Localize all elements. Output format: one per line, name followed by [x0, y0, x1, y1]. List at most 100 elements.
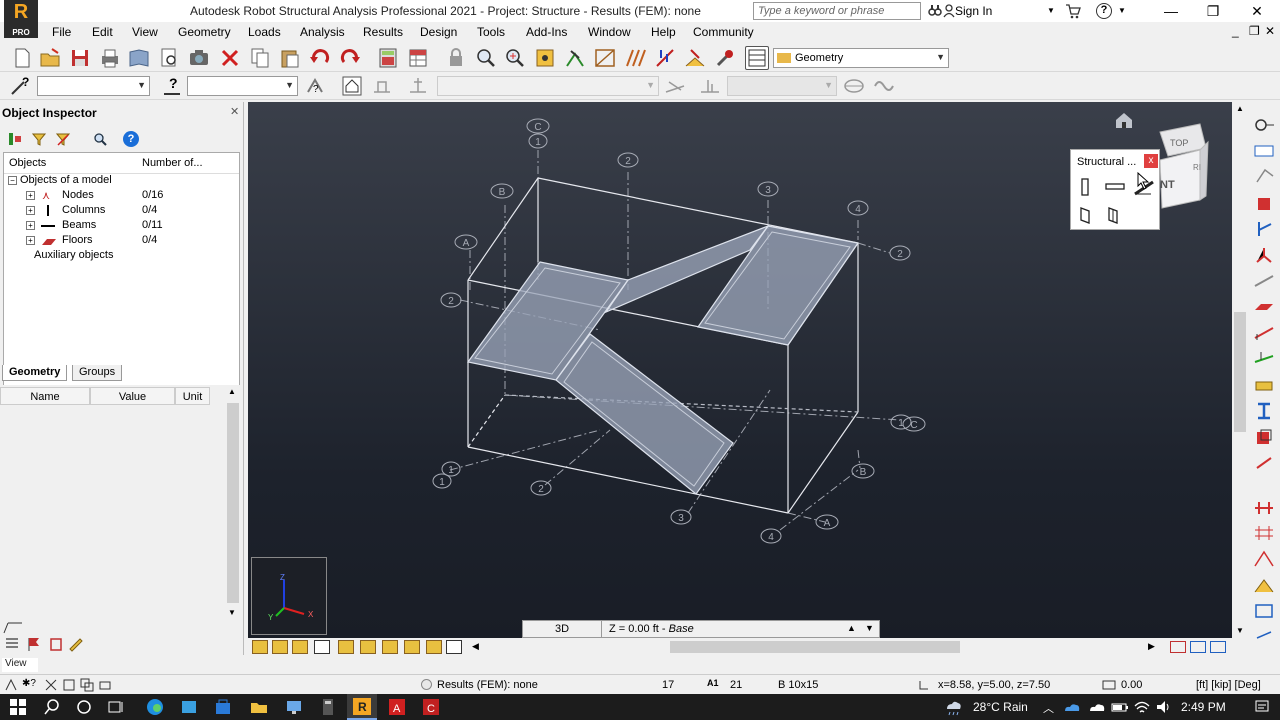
tray-expand-icon[interactable]: ︿ — [1043, 700, 1054, 716]
select-object-icon[interactable]: ? — [303, 74, 327, 98]
solid-tool-icon[interactable] — [1253, 194, 1275, 212]
calculator-app-icon[interactable] — [318, 697, 338, 717]
acrobat-icon[interactable]: A — [387, 697, 407, 717]
bar-view-icon[interactable] — [698, 74, 722, 98]
expand-icon[interactable]: + — [26, 236, 35, 245]
scroll-right-icon[interactable]: ▶ — [1148, 641, 1155, 652]
menu-loads[interactable]: Loads — [248, 25, 281, 39]
help-chevron-icon[interactable]: ▼ — [1118, 6, 1126, 15]
battery-icon[interactable] — [1110, 697, 1130, 717]
lock-icon[interactable] — [444, 46, 468, 70]
render-icon[interactable] — [1210, 641, 1226, 653]
open-folder-icon[interactable] — [38, 46, 62, 70]
user-icon[interactable] — [943, 4, 955, 18]
frame-tool-icon[interactable] — [1253, 550, 1275, 568]
delete-icon[interactable] — [218, 46, 242, 70]
filter-icon[interactable] — [31, 132, 47, 146]
copy-small-icon[interactable] — [80, 678, 94, 692]
wave-icon[interactable] — [872, 74, 896, 98]
tree-item-floors[interactable]: + Floors 0/4 — [26, 234, 226, 249]
cloud-icon[interactable] — [1087, 697, 1107, 717]
menu-file[interactable]: File — [52, 25, 71, 39]
file-explorer-icon[interactable] — [249, 697, 269, 717]
robot-taskbar-button[interactable]: R — [347, 694, 377, 720]
structure-model-icon[interactable] — [593, 46, 617, 70]
layouts-icon[interactable] — [745, 46, 769, 70]
beam-tool-icon[interactable] — [1105, 182, 1125, 192]
cortana-icon[interactable] — [74, 697, 94, 717]
properties-scrollbar[interactable]: ▲ ▼ — [225, 385, 241, 621]
save-icon[interactable] — [68, 46, 92, 70]
scroll-thumb[interactable] — [227, 403, 239, 603]
screen-capture-icon[interactable] — [187, 46, 211, 70]
column-tool-icon[interactable] — [1079, 178, 1093, 196]
panel-tool-icon[interactable] — [1253, 168, 1275, 186]
tree-item-beams[interactable]: + Beams 0/11 — [26, 219, 226, 234]
menu-geometry[interactable]: Geometry — [178, 25, 231, 39]
units-display[interactable]: [ft] [kip] [Deg] — [1196, 679, 1261, 691]
scroll-left-icon[interactable]: ◀ — [472, 641, 479, 652]
store-icon[interactable] — [213, 697, 233, 717]
select-bar-icon[interactable]: ? — [160, 74, 184, 98]
app-logo[interactable]: R PRO — [4, 0, 38, 38]
notifications-icon[interactable] — [1252, 697, 1272, 717]
thickness-tool-icon[interactable] — [1253, 376, 1275, 394]
view-tool-icon[interactable] — [292, 640, 308, 654]
chevron-down-icon[interactable]: ▼ — [1047, 6, 1055, 15]
calculator-icon[interactable] — [376, 46, 400, 70]
more-tools-icon[interactable] — [1253, 628, 1275, 642]
mdi-restore-button[interactable]: ❐ — [1249, 24, 1260, 38]
zoom-icon[interactable] — [474, 46, 498, 70]
view-mode[interactable]: 3D — [555, 623, 569, 635]
close-icon[interactable]: ✕ — [230, 105, 239, 118]
library-tool-icon[interactable] — [1253, 602, 1275, 620]
scroll-down-icon[interactable]: ▼ — [1236, 626, 1244, 635]
supports-icon[interactable] — [563, 46, 587, 70]
model-tree-icon[interactable] — [8, 132, 22, 146]
table-icon[interactable] — [406, 46, 430, 70]
numbering-icon[interactable] — [426, 640, 442, 654]
vertical-scrollbar[interactable]: ▲ ▼ — [1233, 102, 1247, 638]
search-icon[interactable] — [42, 697, 62, 717]
scroll-thumb[interactable] — [670, 641, 960, 653]
copy-icon[interactable] — [248, 46, 272, 70]
collapse-icon[interactable]: − — [8, 176, 17, 185]
bar-selection-field[interactable]: ▼ — [187, 76, 298, 96]
restore-button[interactable]: ❐ — [1190, 0, 1236, 22]
view-tool-icon[interactable] — [252, 640, 268, 654]
weather-icon[interactable] — [943, 697, 963, 717]
analysis-icon[interactable] — [683, 46, 707, 70]
help-icon[interactable]: ? — [123, 131, 139, 147]
level-icon[interactable] — [406, 74, 430, 98]
bars-icon[interactable] — [623, 46, 647, 70]
tree-item-nodes[interactable]: + ⋏ Nodes 0/16 — [26, 189, 226, 204]
horizontal-scrollbar[interactable]: ◀ ▶ — [470, 639, 1160, 655]
tab-geometry[interactable]: Geometry — [2, 365, 68, 381]
load-case-tool-icon[interactable] — [1253, 576, 1275, 594]
clock[interactable]: 2:49 PM — [1181, 700, 1226, 714]
close-button[interactable]: ✕ — [1234, 0, 1280, 22]
task-view-icon[interactable] — [106, 697, 126, 717]
cart-icon[interactable] — [1065, 3, 1081, 19]
sign-in-link[interactable]: Sign In — [955, 4, 992, 18]
flag-icon[interactable] — [26, 636, 42, 652]
tab-pin-icon[interactable] — [2, 622, 24, 634]
find-icon[interactable] — [93, 132, 107, 146]
menu-community[interactable]: Community — [693, 25, 754, 39]
case-select[interactable]: ▼ — [727, 76, 837, 96]
house-icon[interactable] — [314, 640, 330, 654]
snap-settings-icon[interactable] — [533, 46, 557, 70]
preview-icon[interactable] — [157, 46, 181, 70]
tree-item-columns[interactable]: + Columns 0/4 — [26, 204, 226, 219]
cross-section-icon[interactable] — [1170, 641, 1186, 653]
scroll-thumb[interactable] — [1234, 312, 1246, 432]
search-input[interactable]: Type a keyword or phrase — [753, 2, 921, 20]
mesh-tool-icon[interactable] — [1253, 498, 1275, 516]
scroll-up-icon[interactable]: ▲ — [1236, 104, 1244, 113]
menu-view[interactable]: View — [132, 25, 158, 39]
layout-select[interactable]: Geometry ▼ — [773, 48, 949, 68]
wifi-icon[interactable] — [1132, 697, 1152, 717]
select-node-icon[interactable]: ? — [8, 74, 32, 98]
close-icon[interactable]: x — [1144, 154, 1158, 168]
redo-icon[interactable] — [338, 46, 362, 70]
